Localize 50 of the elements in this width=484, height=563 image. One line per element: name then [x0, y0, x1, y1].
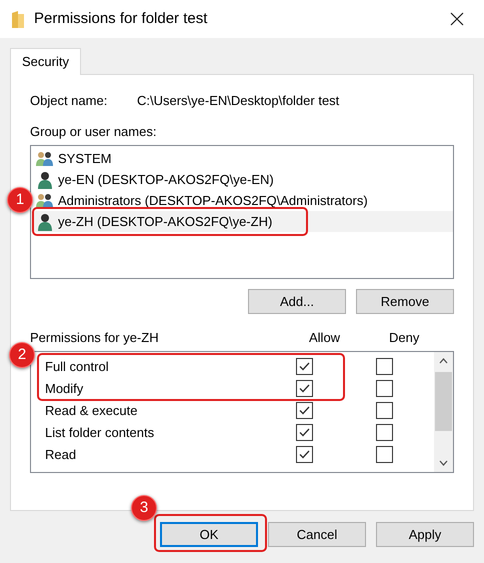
checkbox[interactable]	[296, 358, 313, 375]
checkbox[interactable]	[296, 424, 313, 441]
close-icon	[450, 12, 464, 26]
check-icon	[299, 384, 310, 393]
permission-name: Full control	[44, 358, 110, 376]
user-group-icon	[36, 192, 54, 208]
checkbox[interactable]	[376, 358, 393, 375]
check-icon	[299, 450, 310, 459]
user-group-icon	[36, 150, 54, 166]
check-icon	[299, 428, 310, 437]
user-icon	[38, 170, 52, 188]
dialog-button[interactable]: Remove	[356, 289, 454, 314]
checkbox[interactable]	[296, 402, 313, 419]
scroll-thumb[interactable]	[435, 372, 452, 430]
check-icon	[299, 406, 310, 415]
user-list-item[interactable]: Administrators (DESKTOP-AKOS2FQ\Administrators)	[31, 190, 453, 211]
permission-name: Modify	[44, 380, 84, 398]
checkbox[interactable]	[376, 380, 393, 397]
users-label: Group or user names:	[30, 122, 158, 141]
user-list-item[interactable]: ye-ZH (DESKTOP-AKOS2FQ\ye-ZH)	[31, 211, 453, 232]
scroll-down-icon[interactable]	[439, 460, 448, 466]
permission-name: List folder contents	[44, 424, 156, 442]
column-header: Allow	[309, 329, 342, 347]
checkbox[interactable]	[376, 424, 393, 441]
check-icon	[299, 362, 310, 371]
object-name-label: Object name:	[30, 92, 108, 110]
user-icon	[38, 212, 52, 230]
checkbox[interactable]	[296, 446, 313, 463]
user-name: ye-ZH (DESKTOP-AKOS2FQ\ye-ZH)	[58, 214, 272, 229]
dialog-button[interactable]: Cancel	[268, 522, 366, 547]
dialog-button[interactable]: Apply	[376, 522, 474, 547]
permission-name: Read & execute	[44, 402, 139, 420]
tab[interactable]: Security	[10, 48, 81, 75]
user-name: ye-EN (DESKTOP-AKOS2FQ\ye-EN)	[58, 172, 274, 187]
dialog-button[interactable]: OK	[160, 522, 258, 547]
window-title: Permissions for folder test	[34, 8, 208, 29]
user-list-item[interactable]: ye-EN (DESKTOP-AKOS2FQ\ye-EN)	[31, 169, 453, 190]
folder-icon	[12, 10, 24, 28]
dialog-button[interactable]: Add...	[248, 289, 346, 314]
column-header: Deny	[389, 329, 420, 347]
object-name-value: C:\Users\ye-EN\Desktop\folder test	[137, 92, 340, 110]
user-name: SYSTEM	[58, 151, 112, 166]
checkbox[interactable]	[376, 402, 393, 419]
user-name: Administrators (DESKTOP-AKOS2FQ\Administrators)	[58, 193, 368, 208]
checkbox[interactable]	[296, 380, 313, 397]
user-list-item[interactable]: SYSTEM	[31, 148, 453, 169]
checkbox[interactable]	[376, 446, 393, 463]
scrollbar[interactable]	[434, 352, 453, 472]
permission-name: Read	[44, 446, 78, 464]
scroll-up-icon[interactable]	[439, 358, 448, 364]
